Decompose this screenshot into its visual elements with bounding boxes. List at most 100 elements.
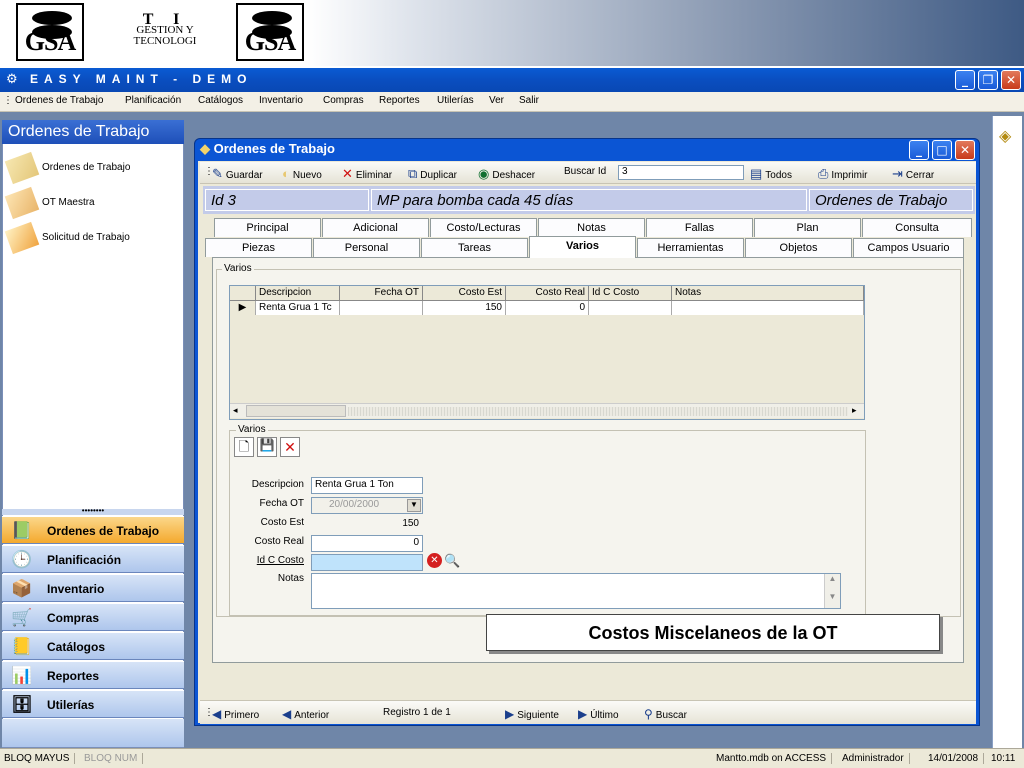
duplicate-icon: ⧉ [408, 166, 418, 181]
chevron-down-icon[interactable]: ▼ [407, 499, 421, 512]
siguiente-button[interactable]: ▶ Siguiente [505, 707, 559, 721]
nav-catalogos[interactable]: 📒 Catálogos [2, 632, 184, 660]
nav-compras[interactable]: 🛒 Compras [2, 603, 184, 631]
child-maximize-button[interactable]: □ [932, 140, 952, 160]
costo-est-field[interactable]: 150 [311, 516, 423, 533]
menu-salir[interactable]: Salir [519, 95, 539, 106]
tab-personal[interactable]: Personal [313, 238, 420, 257]
tab-principal[interactable]: Principal [214, 218, 321, 237]
tab-objetos[interactable]: Objetos [745, 238, 852, 257]
tab-fallas[interactable]: Fallas [646, 218, 753, 237]
table-row-cell-descripcion[interactable]: Renta Grua 1 Tc [256, 301, 340, 315]
cerrar-button[interactable]: ⇥ Cerrar [892, 166, 934, 182]
tab-consulta[interactable]: Consulta [862, 218, 972, 237]
tab-costo-lecturas[interactable]: Costo/Lecturas [430, 218, 537, 237]
lp-item-ordenes[interactable]: Ordenes de Trabajo [4, 151, 176, 185]
table-row-cell-costo-est[interactable]: 150 [423, 301, 506, 315]
pencil-paper-icon [4, 151, 40, 185]
tag-icon[interactable]: ◈ [999, 126, 1011, 146]
tab-tareas[interactable]: Tareas [421, 238, 528, 257]
id-c-costo-label[interactable]: Id C Costo [224, 555, 304, 566]
chart-icon: 📊 [11, 666, 33, 685]
tab-notas[interactable]: Notas [538, 218, 645, 237]
notas-textarea[interactable] [311, 573, 841, 609]
minimize-button[interactable]: _ [955, 70, 975, 90]
new-record-icon[interactable]: 🗋 [234, 437, 254, 457]
grid-row-header-corner [230, 286, 256, 301]
tools-icon: 🗄 [11, 695, 33, 714]
restore-button[interactable]: ❐ [978, 70, 998, 90]
list-icon: ▤ [750, 166, 763, 181]
descripcion-field[interactable]: Renta Grua 1 Ton [311, 477, 423, 494]
ordenes-icon: 📗 [11, 521, 33, 540]
scroll-left-icon[interactable]: ◂ [233, 405, 238, 416]
fecha-ot-field[interactable]: 20/00/2000 ▼ [311, 497, 423, 514]
nav-utilerias[interactable]: 🗄 Utilerías [2, 690, 184, 718]
col-header-fecha-ot[interactable]: Fecha OT [340, 286, 423, 301]
scroll-right-icon[interactable]: ▸ [852, 405, 857, 416]
menu-catalogos[interactable]: Catálogos [198, 95, 243, 106]
tab-campos-usuario[interactable]: Campos Usuario [853, 238, 964, 257]
tab-herramientas[interactable]: Herramientas [637, 238, 744, 257]
lp-item-solicitud[interactable]: Solicitud de Trabajo [4, 221, 176, 255]
lookup-icon[interactable]: 🔍 [444, 553, 460, 569]
deshacer-button[interactable]: ◉ Deshacer [478, 166, 535, 182]
menu-ordenes[interactable]: Ordenes de Trabajo [15, 95, 103, 106]
imprimir-button[interactable]: ⎙ Imprimir [818, 166, 868, 182]
nav-inventario[interactable]: 📦 Inventario [2, 574, 184, 602]
varios-detail-label: Varios [236, 424, 268, 435]
record-navigation-bar: ⋮ ◀ Primero ◀ Anterior Registro 1 de 1 ▶ Si… [200, 700, 976, 724]
scroll-thumb[interactable] [246, 405, 346, 417]
tab-piezas[interactable]: Piezas [205, 238, 312, 257]
nav-reportes[interactable]: 📊 Reportes [2, 661, 184, 689]
table-row-cell-notas[interactable] [672, 301, 864, 315]
save-icon: ✎ [212, 166, 223, 181]
table-row-cell-id-costo[interactable] [589, 301, 672, 315]
close-button[interactable]: ✕ [1001, 70, 1021, 90]
nuevo-button[interactable]: ◐ Nuevo [282, 166, 322, 181]
menu-utilerias[interactable]: Utilerías [437, 95, 474, 106]
ultimo-button[interactable]: ▶ Último [578, 707, 619, 721]
duplicar-button[interactable]: ⧉ Duplicar [408, 166, 457, 182]
buscar-button[interactable]: ⚲ Buscar [644, 707, 687, 721]
table-row-cell-fecha[interactable] [340, 301, 423, 315]
save-record-icon[interactable]: 💾 [257, 437, 277, 457]
lp-item-ot-maestra[interactable]: OT Maestra [4, 186, 176, 220]
todos-button[interactable]: ▤ Todos [750, 166, 792, 182]
status-user: Administrador [842, 753, 910, 764]
menu-planificacion[interactable]: Planificación [125, 95, 181, 106]
col-header-descripcion[interactable]: Descripcion [256, 286, 340, 301]
menu-inventario[interactable]: Inventario [259, 95, 303, 106]
nav-ordenes-trabajo[interactable]: 📗 Ordenes de Trabajo [2, 516, 184, 544]
child-close-button[interactable]: ✕ [955, 140, 975, 160]
costo-real-field[interactable]: 0 [311, 535, 423, 552]
costo-real-label: Costo Real [254, 536, 304, 547]
tab-varios[interactable]: Varios [529, 236, 636, 258]
tab-plan[interactable]: Plan [754, 218, 861, 237]
grid-horizontal-scrollbar[interactable]: ◂ ▸ [230, 403, 864, 418]
col-header-notas[interactable]: Notas [672, 286, 864, 301]
id-c-costo-field[interactable] [311, 554, 423, 571]
eliminar-button[interactable]: ✕ Eliminar [342, 166, 392, 182]
col-header-costo-real[interactable]: Costo Real [506, 286, 589, 301]
col-header-id-c-costo[interactable]: Id C Costo [589, 286, 672, 301]
splitter-handle[interactable]: •••••••• [2, 507, 184, 515]
buscar-id-input[interactable]: 3 [618, 165, 744, 180]
delete-record-icon[interactable]: ✕ [280, 437, 300, 457]
col-header-costo-est[interactable]: Costo Est [423, 286, 506, 301]
nav-planificacion[interactable]: 🕒 Planificación [2, 545, 184, 573]
anterior-button[interactable]: ◀ Anterior [282, 707, 329, 721]
undo-icon: ◉ [478, 166, 490, 181]
primero-button[interactable]: ◀ Primero [212, 707, 259, 721]
child-minimize-button[interactable]: _ [909, 140, 929, 160]
table-row-cell-costo-real[interactable]: 0 [506, 301, 589, 315]
tab-adicional[interactable]: Adicional [322, 218, 429, 237]
scroll-track[interactable] [348, 407, 848, 416]
menu-reportes[interactable]: Reportes [379, 95, 420, 106]
notas-scrollbar[interactable]: ▲ ▼ [824, 574, 840, 608]
menu-compras[interactable]: Compras [323, 95, 364, 106]
row-selector-arrow-icon[interactable]: ▶ [230, 301, 256, 315]
menu-ver[interactable]: Ver [489, 95, 504, 106]
clear-icon[interactable]: ✕ [427, 553, 442, 568]
guardar-button[interactable]: ✎ Guardar [212, 166, 263, 182]
